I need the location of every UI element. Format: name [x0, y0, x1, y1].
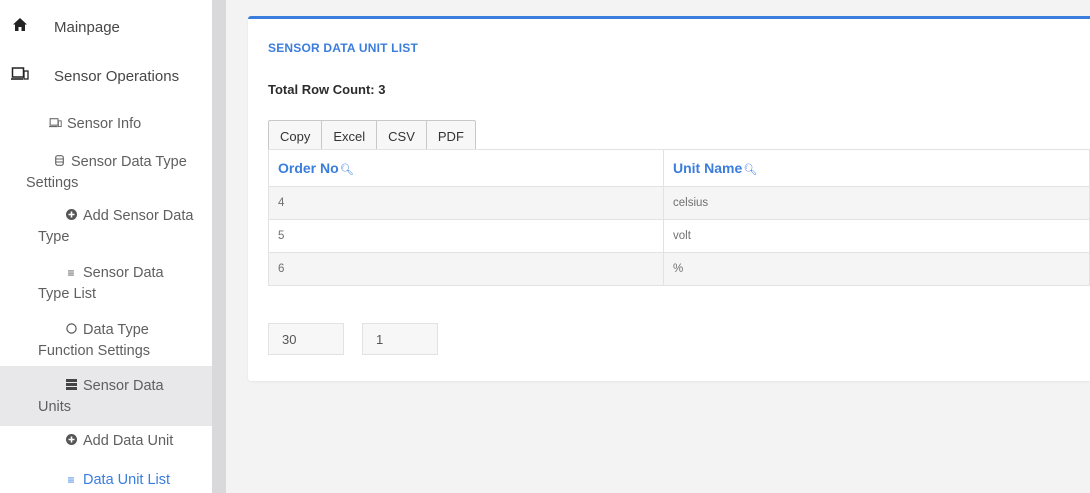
column-header-label: Order No	[278, 160, 339, 176]
data-unit-table: Order No🔍︎ Unit Name🔍︎ 4 celsius 5 volt …	[268, 149, 1090, 286]
cell-order-no: 5	[268, 219, 664, 253]
plus-circle-icon	[64, 206, 78, 227]
sidebar-item-label: Sensor Data Units	[38, 378, 164, 415]
sidebar-item-label: Data Type Function Settings	[38, 322, 151, 359]
list-icon: ≡	[67, 266, 75, 280]
cell-unit-name: celsius	[663, 186, 1090, 220]
search-icon[interactable]: 🔍︎	[340, 164, 354, 176]
cell-order-no: 6	[268, 252, 664, 286]
column-header-label: Unit Name	[673, 160, 743, 176]
data-unit-list-panel: SENSOR DATA UNIT LIST Total Row Count: 3…	[248, 16, 1090, 381]
home-icon	[10, 18, 30, 31]
nav-item-sensor-operations[interactable]: Sensor Operations	[10, 67, 179, 87]
copy-button[interactable]: Copy	[268, 120, 323, 152]
panel-title: SENSOR DATA UNIT LIST	[268, 41, 418, 55]
laptop-icon	[48, 114, 62, 135]
circle-icon	[64, 320, 78, 341]
csv-button[interactable]: CSV	[376, 120, 427, 152]
page-size-select[interactable]: 30	[268, 323, 344, 355]
column-header-order-no[interactable]: Order No🔍︎	[268, 149, 664, 187]
database-icon	[52, 152, 66, 173]
cell-unit-name: %	[663, 252, 1090, 286]
sidebar-item-data-type-function-settings[interactable]: Data Type Function Settings	[38, 320, 198, 362]
sidebar-item-label: Sensor Data Type List	[38, 265, 164, 302]
sidebar-item-add-data-unit[interactable]: Add Data Unit	[64, 431, 173, 452]
table-row[interactable]: 4 celsius	[268, 186, 1090, 220]
server-icon	[64, 376, 78, 397]
sidebar-item-sensor-data-type-list[interactable]: ≡ Sensor Data Type List	[38, 263, 188, 305]
excel-button[interactable]: Excel	[321, 120, 378, 152]
nav-label-mainpage: Mainpage	[54, 19, 120, 36]
sidebar-item-label: Sensor Data Type Settings	[26, 154, 187, 191]
sidebar-item-label: Data Unit List	[83, 472, 171, 488]
cell-order-no: 4	[268, 186, 664, 220]
sidebar-item-sensor-data-units[interactable]: Sensor Data Units	[38, 376, 188, 418]
plus-circle-icon	[64, 431, 78, 452]
sidebar-item-label: Sensor Info	[67, 116, 142, 132]
column-header-unit-name[interactable]: Unit Name🔍︎	[663, 149, 1090, 187]
sidebar-item-label: Add Data Unit	[83, 433, 174, 449]
table-row[interactable]: 6 %	[268, 252, 1090, 286]
nav-label-sensor-operations: Sensor Operations	[54, 68, 180, 85]
export-button-group: Copy Excel CSV PDF	[268, 120, 476, 152]
page-number-button[interactable]: 1	[362, 323, 438, 355]
sidebar-item-sensor-info[interactable]: Sensor Info	[48, 114, 141, 135]
list-icon: ≡	[67, 473, 75, 487]
sidebar-scrollbar[interactable]	[212, 0, 226, 493]
sidebar-item-data-unit-list[interactable]: ≡ Data Unit List	[64, 470, 170, 491]
nav-item-mainpage[interactable]: Mainpage	[10, 18, 120, 38]
cell-unit-name: volt	[663, 219, 1090, 253]
total-row-count: Total Row Count: 3	[268, 82, 386, 97]
sidebar: Mainpage Sensor Operations Sensor Info S…	[0, 0, 226, 493]
sidebar-item-label: Add Sensor Data Type	[38, 208, 194, 245]
laptop-icon	[10, 67, 30, 81]
sidebar-item-sensor-data-type-settings[interactable]: Sensor Data Type Settings	[26, 152, 206, 194]
sidebar-item-add-sensor-data-type[interactable]: Add Sensor Data Type	[38, 206, 206, 248]
pdf-button[interactable]: PDF	[425, 120, 476, 152]
table-row[interactable]: 5 volt	[268, 219, 1090, 253]
search-icon[interactable]: 🔍︎	[743, 164, 757, 176]
